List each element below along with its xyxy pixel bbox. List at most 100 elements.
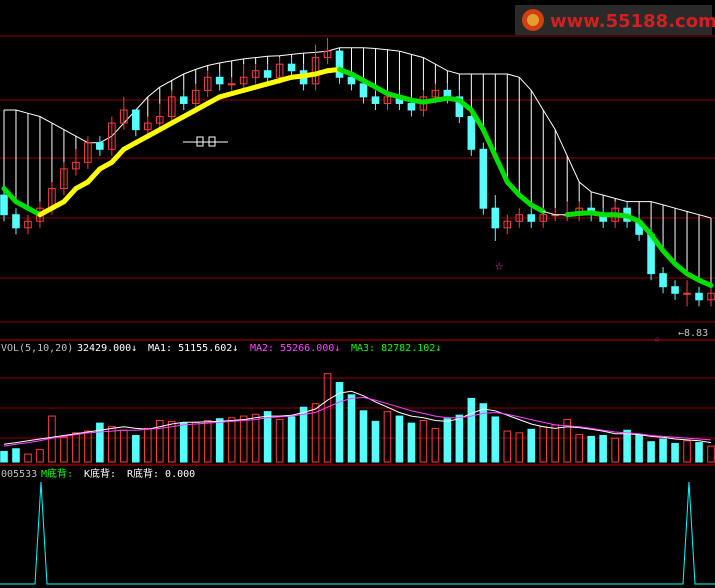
ind-name: 005533 [1,469,37,480]
volume-bar [611,437,619,463]
volume-bar [407,422,416,463]
candle-body [527,214,536,222]
ma-segment [660,248,678,267]
volume-bar [0,450,8,463]
volume-bar [12,448,20,463]
candle-body [287,63,296,72]
volume-bar [635,434,643,463]
volume-panel[interactable]: VOL(5,10,20) 32429.000↓ MA1: 51155.602↓ … [0,339,715,463]
volume-bar [263,411,272,463]
moving-average-line [1,66,714,288]
candle-body [347,76,356,85]
volume-bar [203,419,212,463]
volume-bar [419,419,428,463]
candle-body [467,116,476,150]
watermark-text: www.55188.com [550,11,715,32]
volume-bar [120,429,128,463]
candle-body [96,142,104,150]
stock-chart[interactable]: www.55188.com ☆ ☆ ←8.83 VOL(5,10,20) 324… [0,0,715,588]
candle-body [359,83,368,98]
watermark: www.55188.com [515,5,715,35]
volume-bar [527,428,536,463]
volume-bar [515,432,524,463]
cloud-band [3,47,712,286]
ma-segment [504,179,522,198]
vol-ma3: MA3: 82782.102↓ [351,343,441,354]
volume-bar [287,416,296,463]
volume-bar [36,449,44,463]
ma-segment [492,153,510,185]
volume-bar [551,424,560,463]
indicator-header: 005533 M底背: K底背: R底背: 0.000 [1,467,195,480]
volume-bar [347,394,356,463]
volume-bar [359,410,368,463]
volume-bar [671,442,679,463]
volume-bar [395,415,404,463]
volume-bar [144,427,152,463]
volume-bar [599,435,607,463]
candle-body [659,273,667,288]
candle-body [335,50,344,78]
volume-header: VOL(5,10,20) 32429.000↓ MA1: 51155.602↓ … [1,343,441,354]
volume-bar [647,441,655,463]
volume-bar [239,415,248,463]
volume-bar [72,432,80,463]
ma-segment [696,277,714,288]
indicator-signal-line [0,481,715,585]
candle-body [12,214,20,229]
cloud-envelope [4,47,712,219]
volume-bar [587,435,595,463]
indicator-line [0,481,715,585]
ma-segment [109,146,127,165]
volume-bar [539,426,548,463]
candle-body [371,96,380,104]
candle-body [227,83,236,86]
volume-bar [695,442,703,463]
price-label: ←8.83 [678,328,708,339]
volume-bar [455,414,464,463]
ma-segment [528,202,546,214]
candle-body [491,207,500,229]
volume-bar [491,416,500,463]
logo-icon-inner [527,14,539,26]
volume-bar [96,422,104,463]
candle-body [0,194,8,216]
volume-bar [575,434,583,463]
vol-ma2: MA2: 55266.000↓ [250,343,340,354]
volume-bar [623,429,631,463]
volume-bar [60,436,68,463]
ind-m: M底背: [41,467,73,480]
indicator-panel[interactable]: 005533 M底背: K底背: R底背: 0.000 [0,464,715,585]
candle-body [683,292,691,295]
volume-bar [467,397,476,463]
volume-bars [0,373,715,463]
candle-body [671,286,679,294]
volume-bar [431,427,440,463]
volume-bar [371,420,380,463]
candle-body [179,96,188,104]
volume-bar [323,373,332,463]
volume-bar [275,419,284,463]
volume-bar [84,430,92,463]
candle-body [407,102,416,111]
vol-name: VOL(5,10,20) [1,343,73,354]
volume-bar [215,418,224,463]
candle-body [132,109,140,131]
volume-bar [479,403,488,463]
volume-bar [132,435,140,463]
volume-bar [443,418,452,463]
ind-r: R底背: 0.000 [127,467,195,480]
star-marker: ☆ [495,258,504,274]
candle-body [215,76,224,85]
volume-bar [227,417,236,463]
volume-bar [503,430,512,463]
volume-bar [179,422,188,463]
ind-k: K底背: [84,467,116,480]
candle-body [263,70,272,78]
volume-bar [383,411,392,463]
price-panel[interactable]: ☆ ☆ ←8.83 [0,35,715,345]
volume-bar [108,426,116,463]
candle-body [695,292,703,301]
ma-segment [85,166,103,185]
vol-ma1: MA1: 51155.602↓ [148,343,238,354]
